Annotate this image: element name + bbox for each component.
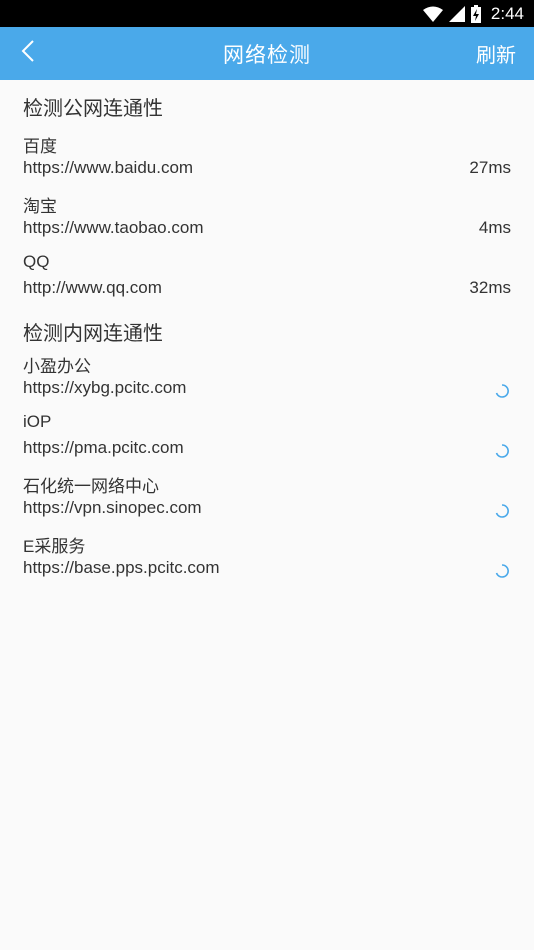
item-url: https://base.pps.pcitc.com (23, 558, 220, 577)
main-content: 检测公网连通性 百度 https://www.baidu.com 27ms 淘宝… (0, 80, 534, 590)
item-name: QQ (23, 252, 50, 271)
item-url: https://xybg.pcitc.com (23, 378, 187, 397)
item-latency: 27ms (469, 158, 511, 177)
battery-charging-icon (470, 4, 481, 23)
cell-signal-icon (448, 5, 465, 22)
item-name: 百度 (23, 137, 57, 156)
loading-spinner-icon (495, 564, 509, 578)
wifi-icon (422, 6, 443, 22)
item-name: 石化统一网络中心 (23, 477, 159, 496)
list-item[interactable]: 石化统一网络中心 https://vpn.sinopec.com (23, 470, 511, 530)
app-bar: 网络检测 刷新 (0, 27, 534, 80)
item-name: 淘宝 (23, 197, 57, 216)
item-name: iOP (23, 412, 52, 431)
loading-spinner-icon (495, 384, 509, 398)
item-url: https://www.baidu.com (23, 158, 194, 177)
chevron-left-icon (21, 39, 35, 68)
item-url: https://pma.pcitc.com (23, 438, 184, 457)
status-bar: 2:44 (0, 0, 534, 27)
list-item[interactable]: 淘宝 https://www.taobao.com 4ms (23, 190, 511, 250)
public-section-title: 检测公网连通性 (23, 97, 163, 120)
item-name: 小盈办公 (23, 357, 91, 376)
back-button[interactable] (6, 27, 50, 80)
item-url: https://vpn.sinopec.com (23, 498, 202, 517)
page-title: 网络检测 (223, 43, 311, 67)
status-time: 2:44 (490, 3, 524, 23)
list-item[interactable]: 小盈办公 https://xybg.pcitc.com (23, 350, 511, 410)
item-latency: 4ms (478, 218, 511, 237)
list-item[interactable]: QQ http://www.qq.com 32ms (23, 250, 511, 310)
item-url: https://www.taobao.com (23, 218, 204, 237)
list-item[interactable]: E采服务 https://base.pps.pcitc.com (23, 530, 511, 590)
loading-spinner-icon (495, 504, 509, 518)
item-url: http://www.qq.com (23, 278, 162, 297)
item-name: E采服务 (23, 537, 86, 556)
list-item[interactable]: iOP https://pma.pcitc.com (23, 410, 511, 470)
internal-section-title: 检测内网连通性 (23, 322, 163, 345)
refresh-button[interactable]: 刷新 (476, 27, 516, 80)
loading-spinner-icon (495, 444, 509, 458)
list-item[interactable]: 百度 https://www.baidu.com 27ms (23, 130, 511, 190)
item-latency: 32ms (469, 278, 511, 297)
